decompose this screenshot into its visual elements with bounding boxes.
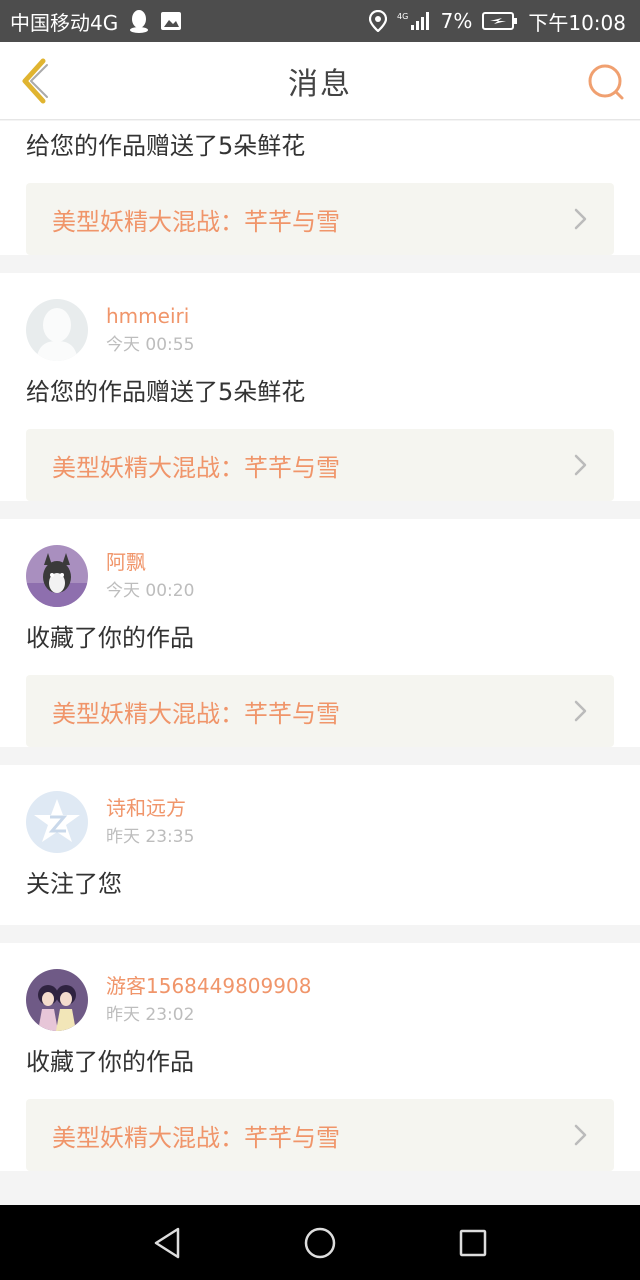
timestamp: 今天 00:20 [106, 581, 195, 601]
avatar[interactable] [26, 299, 88, 361]
carrier-label: 中国移动4G [10, 10, 119, 35]
system-nav-bar [0, 1205, 640, 1280]
battery-icon [482, 12, 518, 30]
clock: 下午10:08 [528, 10, 626, 35]
username[interactable]: 诗和远方 [106, 795, 194, 821]
avatar[interactable] [26, 969, 88, 1031]
work-title: 美型妖精大混战：芊芊与雪 [52, 207, 340, 236]
signal-icon: 4G [397, 11, 431, 31]
message-card: 给您的作品赠送了5朵鲜花 美型妖精大混战：芊芊与雪 [0, 121, 640, 255]
screen: { "status_bar": { "carrier": "中国移动4G", "… [0, 0, 640, 1280]
status-bar: 中国移动4G 4G 7% 下午10:08 [0, 0, 640, 42]
avatar[interactable] [26, 791, 88, 853]
work-title: 美型妖精大混战：芊芊与雪 [52, 1123, 340, 1152]
username[interactable]: 阿飘 [106, 549, 194, 575]
circle-home-icon [304, 1227, 336, 1258]
chevron-right-icon [574, 208, 587, 230]
message-action: 收藏了你的作品 [26, 1048, 194, 1076]
chevron-left-icon [22, 58, 48, 104]
message-action: 给您的作品赠送了5朵鲜花 [26, 378, 306, 406]
timestamp: 今天 00:55 [106, 335, 195, 355]
work-link[interactable]: 美型妖精大混战：芊芊与雪 [26, 429, 614, 501]
username[interactable]: 游客1568449809908 [106, 973, 311, 999]
message-card: 游客1568449809908 昨天 23:02 收藏了你的作品 美型妖精大混战… [0, 943, 640, 1171]
message-card: 阿飘 今天 00:20 收藏了你的作品 美型妖精大混战：芊芊与雪 [0, 519, 640, 747]
nav-back-button[interactable] [137, 1213, 197, 1273]
work-link[interactable]: 美型妖精大混战：芊芊与雪 [26, 183, 614, 255]
chevron-right-icon [574, 1124, 587, 1146]
chevron-right-icon [574, 700, 587, 722]
message-action: 给您的作品赠送了5朵鲜花 [26, 132, 306, 160]
app-header: 消息 [0, 42, 640, 120]
qq-icon [128, 9, 150, 33]
triangle-back-icon [154, 1227, 179, 1258]
message-card: 诗和远方 昨天 23:35 关注了您 [0, 765, 640, 925]
back-button[interactable] [14, 54, 54, 108]
location-icon [368, 10, 387, 32]
search-icon [588, 64, 624, 100]
page-title: 消息 [288, 66, 352, 102]
gallery-icon [160, 11, 182, 31]
search-button[interactable] [584, 60, 628, 104]
work-link[interactable]: 美型妖精大混战：芊芊与雪 [26, 1099, 614, 1171]
nav-recents-button[interactable] [443, 1213, 503, 1273]
work-link[interactable]: 美型妖精大混战：芊芊与雪 [26, 675, 614, 747]
chevron-right-icon [574, 454, 587, 476]
network-label: 4G [397, 12, 408, 21]
message-list[interactable]: 给您的作品赠送了5朵鲜花 美型妖精大混战：芊芊与雪 hmmeiri 今天 00:… [0, 121, 640, 1205]
work-title: 美型妖精大混战：芊芊与雪 [52, 699, 340, 728]
timestamp: 昨天 23:35 [106, 827, 195, 847]
message-action: 关注了您 [26, 870, 122, 898]
username[interactable]: hmmeiri [106, 303, 194, 329]
work-title: 美型妖精大混战：芊芊与雪 [52, 453, 340, 482]
message-action: 收藏了你的作品 [26, 624, 194, 652]
square-recents-icon [460, 1229, 487, 1256]
nav-home-button[interactable] [290, 1213, 350, 1273]
battery-percent: 7% [440, 9, 473, 33]
message-card: hmmeiri 今天 00:55 给您的作品赠送了5朵鲜花 美型妖精大混战：芊芊… [0, 273, 640, 501]
timestamp: 昨天 23:02 [106, 1005, 195, 1025]
avatar[interactable] [26, 545, 88, 607]
